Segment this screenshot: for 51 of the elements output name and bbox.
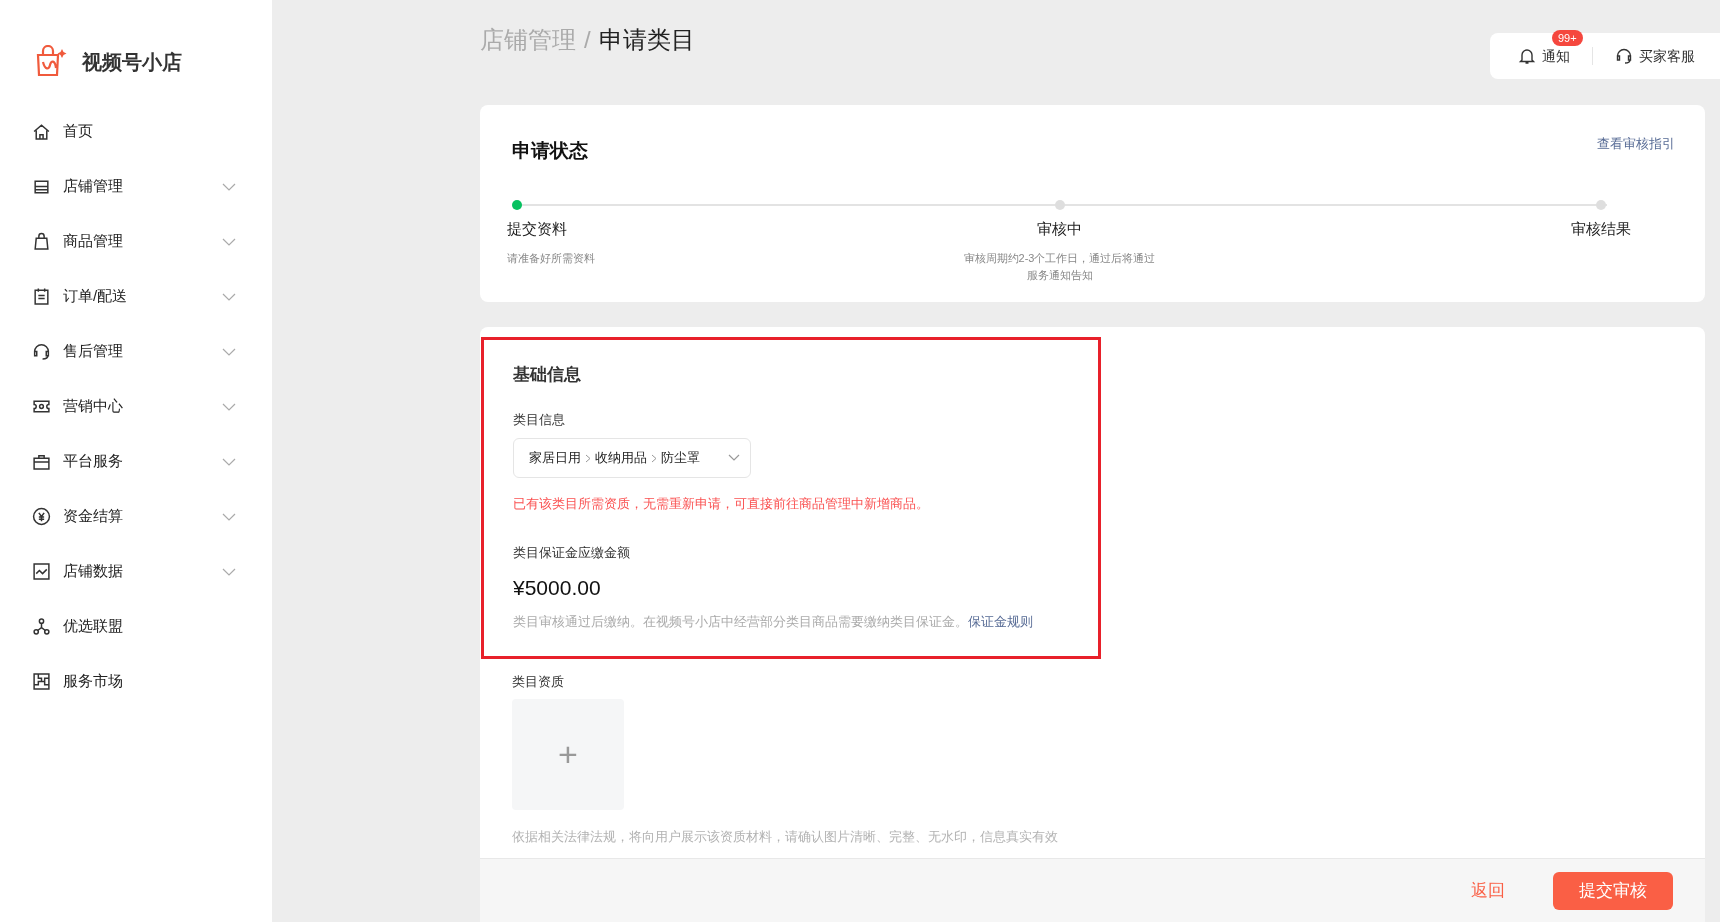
support-button[interactable]: 买家客服 — [1615, 45, 1695, 67]
sidebar-item[interactable]: 平台服务 — [0, 434, 272, 489]
chevron-right-icon — [651, 453, 657, 463]
sidebar-item[interactable]: 店铺管理 — [0, 159, 272, 214]
section-title: 申请状态 — [512, 139, 588, 163]
deposit-rules-link[interactable]: 保证金规则 — [968, 613, 1033, 629]
deposit-amount: ¥5000.00 — [513, 575, 602, 601]
sidebar-item[interactable]: 售后管理 — [0, 324, 272, 379]
step-label: 审核结果 — [1571, 218, 1631, 239]
sidebar-item[interactable]: 订单/配送 — [0, 269, 272, 324]
shopping-bag-icon — [32, 232, 51, 251]
ticket-icon — [32, 397, 51, 416]
category-select[interactable]: 家居日用 收纳用品 防尘罩 — [513, 438, 751, 478]
notification-badge: 99+ — [1552, 29, 1583, 46]
shopping-bag-icon — [34, 45, 68, 79]
briefcase-icon — [32, 452, 51, 471]
network-icon — [32, 617, 51, 636]
app-name: 视频号小店 — [82, 50, 182, 75]
qualification-note: 依据相关法律法规，将向用户展示该资质材料，请确认图片清晰、完整、无水印，信息真实有效 — [512, 827, 1059, 846]
notification-button[interactable]: 通知 — [1518, 45, 1570, 67]
chevron-down-icon — [728, 454, 740, 462]
step-note: 审核周期约2-3个工作日，通过后将通过服务通知告知 — [962, 251, 1157, 283]
clipboard-icon — [32, 287, 51, 306]
step-label: 审核中 — [1037, 218, 1082, 239]
chevron-right-icon — [585, 453, 591, 463]
store-icon — [32, 177, 51, 196]
puzzle-icon — [32, 672, 51, 691]
sidebar-item[interactable]: 店铺数据 — [0, 544, 272, 599]
sidebar-item[interactable]: 优选联盟 — [0, 599, 272, 654]
sidebar-item[interactable]: 商品管理 — [0, 214, 272, 269]
yuan-coin-icon — [32, 507, 51, 526]
field-label: 类目信息 — [513, 410, 566, 429]
field-label: 类目资质 — [512, 673, 565, 691]
sidebar-item[interactable]: 首页 — [0, 104, 272, 159]
guide-link[interactable]: 查看审核指引 — [1597, 134, 1675, 154]
step-note: 请准备好所需资料 — [507, 251, 596, 266]
sidebar-item[interactable]: 营销中心 — [0, 379, 272, 434]
breadcrumb-separator: / — [584, 25, 591, 55]
step-label: 提交资料 — [507, 218, 567, 239]
home-icon — [32, 122, 51, 141]
deposit-note: 类目审核通过后缴纳。在视频号小店中经营部分类目商品需要缴纳类目保证金。保证金规则 — [513, 612, 1034, 631]
line-chart-icon — [32, 562, 51, 581]
page-title: 申请类目 — [598, 25, 695, 55]
field-label: 类目保证金应缴金额 — [513, 543, 631, 562]
headset-icon — [1615, 47, 1633, 65]
bell-icon — [1518, 47, 1536, 65]
sidebar-item[interactable]: 资金结算 — [0, 489, 272, 544]
sidebar-item[interactable]: 服务市场 — [0, 654, 272, 709]
headset-icon — [32, 342, 51, 361]
section-title: 基础信息 — [513, 364, 582, 386]
warning-message: 已有该类目所需资质，无需重新申请，可直接前往商品管理中新增商品。 — [513, 495, 930, 513]
